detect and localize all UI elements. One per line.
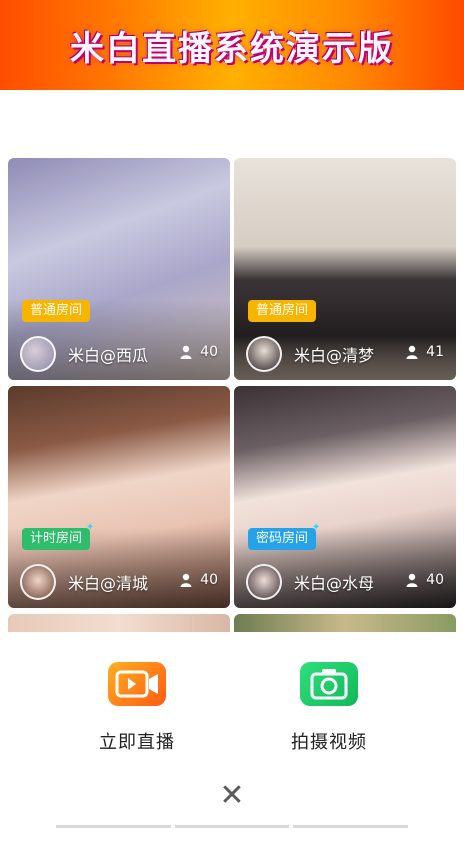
banner-title: 米白直播系统演示版	[70, 28, 394, 69]
viewer-count: 40	[180, 344, 218, 360]
room-type-tag: 计时房间	[22, 528, 91, 550]
video-camera-icon	[108, 662, 166, 706]
divider-segment	[174, 825, 290, 828]
divider-segment	[293, 825, 409, 828]
go-live-button[interactable]: 立即直播	[62, 662, 212, 754]
person-icon	[406, 345, 418, 359]
person-icon	[180, 573, 192, 587]
divider-segment	[56, 825, 171, 828]
room-card[interactable]: 计时房间 ✦ 米白@清城 40	[8, 386, 230, 608]
avatar[interactable]	[20, 564, 56, 600]
room-type-tag: 密码房间	[248, 528, 317, 550]
top-banner[interactable]: 米白直播系统演示版	[0, 0, 464, 90]
viewer-number: 41	[426, 344, 444, 360]
viewer-count: 40	[180, 572, 218, 588]
viewer-count: 41	[406, 344, 444, 360]
record-video-label: 拍摄视频	[291, 732, 367, 753]
avatar[interactable]	[20, 336, 56, 372]
person-icon	[180, 345, 192, 359]
room-type-tag: 普通房间	[248, 300, 317, 322]
room-type-tag: 普通房间	[22, 300, 91, 322]
record-video-button[interactable]: 拍摄视频	[254, 662, 404, 754]
room-username: 米白@清梦	[294, 346, 375, 365]
viewer-count: 40	[406, 572, 444, 588]
room-card-partial[interactable]	[234, 614, 456, 632]
viewer-number: 40	[200, 344, 218, 360]
room-card[interactable]: 普通房间 米白@西瓜 40	[8, 158, 230, 380]
go-live-label: 立即直播	[99, 732, 175, 753]
bottom-divider	[56, 825, 409, 828]
room-username: 米白@清城	[68, 574, 149, 593]
avatar[interactable]	[246, 564, 282, 600]
close-icon[interactable]: ✕	[218, 781, 246, 811]
room-card-partial[interactable]	[8, 614, 230, 632]
sparkle-icon: ✦	[86, 522, 95, 533]
room-card[interactable]: 普通房间 米白@清梦 41	[234, 158, 456, 380]
sparkle-icon: ✦	[312, 522, 321, 533]
avatar[interactable]	[246, 336, 282, 372]
action-sheet: 立即直播 拍摄视频 ✕	[0, 632, 464, 843]
camera-icon	[300, 662, 358, 706]
viewer-number: 40	[426, 572, 444, 588]
viewer-number: 40	[200, 572, 218, 588]
person-icon	[406, 573, 418, 587]
room-username: 米白@水母	[294, 574, 375, 593]
room-card[interactable]: 密码房间 ✦ 米白@水母 40	[234, 386, 456, 608]
room-username: 米白@西瓜	[68, 346, 149, 365]
